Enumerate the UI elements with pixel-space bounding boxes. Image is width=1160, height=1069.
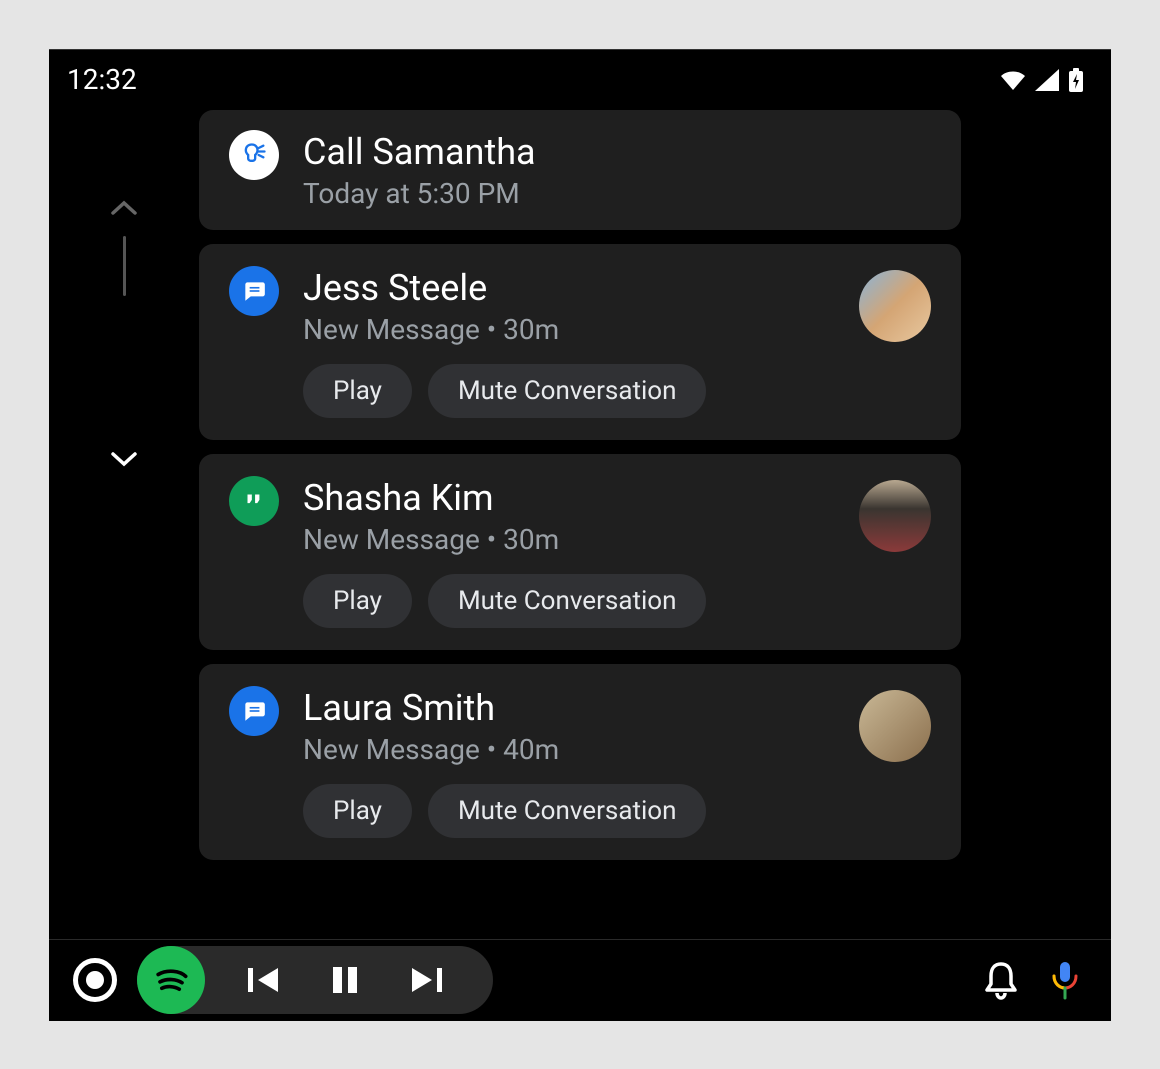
card-actions: Play Mute Conversation xyxy=(303,364,835,418)
notification-subtitle: New Message • 30m xyxy=(303,313,835,346)
media-widget xyxy=(137,946,493,1014)
play-button[interactable]: Play xyxy=(303,784,412,838)
notification-title: Jess Steele xyxy=(303,266,835,311)
status-bar: 12:32 xyxy=(49,50,1111,110)
battery-charging-icon xyxy=(1069,68,1083,92)
card-body: Shasha Kim New Message • 30m Play Mute C… xyxy=(303,476,835,628)
chevron-up-icon[interactable] xyxy=(111,200,137,216)
status-icons xyxy=(1001,68,1083,92)
reminder-card[interactable]: Call Samantha Today at 5:30 PM xyxy=(199,110,961,230)
bottom-nav-bar xyxy=(49,939,1111,1021)
previous-track-button[interactable] xyxy=(245,960,285,1000)
notification-list[interactable]: Call Samantha Today at 5:30 PM Jess Stee… xyxy=(199,110,1111,950)
notification-title: Shasha Kim xyxy=(303,476,835,521)
clock: 12:32 xyxy=(67,63,137,96)
assistant-mic-button[interactable] xyxy=(1043,958,1087,1002)
mute-button[interactable]: Mute Conversation xyxy=(428,574,707,628)
notification-card[interactable]: Laura Smith New Message • 40m Play Mute … xyxy=(199,664,961,860)
cellular-icon xyxy=(1035,69,1059,91)
contact-avatar xyxy=(859,270,931,342)
card-actions: Play Mute Conversation xyxy=(303,784,835,838)
play-button[interactable]: Play xyxy=(303,364,412,418)
play-button[interactable]: Play xyxy=(303,574,412,628)
next-track-button[interactable] xyxy=(405,960,445,1000)
card-body: Laura Smith New Message • 40m Play Mute … xyxy=(303,686,835,838)
card-actions: Play Mute Conversation xyxy=(303,574,835,628)
card-body: Call Samantha Today at 5:30 PM xyxy=(303,130,931,210)
scroll-track xyxy=(123,236,126,296)
hangouts-icon xyxy=(229,476,279,526)
notification-subtitle: New Message • 30m xyxy=(303,523,835,556)
mute-button[interactable]: Mute Conversation xyxy=(428,784,707,838)
contact-avatar xyxy=(859,480,931,552)
wifi-icon xyxy=(1001,70,1025,90)
mute-button[interactable]: Mute Conversation xyxy=(428,364,707,418)
notification-subtitle: New Message • 40m xyxy=(303,733,835,766)
messages-icon xyxy=(229,266,279,316)
contact-avatar xyxy=(859,690,931,762)
spotify-icon[interactable] xyxy=(137,946,205,1014)
chevron-down-icon[interactable] xyxy=(111,451,137,467)
reminder-title: Call Samantha xyxy=(303,130,931,175)
messages-icon xyxy=(229,686,279,736)
content-area: Call Samantha Today at 5:30 PM Jess Stee… xyxy=(49,110,1111,950)
reminder-icon xyxy=(229,130,279,180)
card-body: Jess Steele New Message • 30m Play Mute … xyxy=(303,266,835,418)
android-auto-screen: 12:32 Call Samantha Today at 5:30 PM xyxy=(49,49,1111,1021)
notifications-button[interactable] xyxy=(979,958,1023,1002)
notification-title: Laura Smith xyxy=(303,686,835,731)
notification-card[interactable]: Shasha Kim New Message • 30m Play Mute C… xyxy=(199,454,961,650)
scroll-indicator xyxy=(49,110,199,950)
reminder-subtitle: Today at 5:30 PM xyxy=(303,177,931,210)
pause-button[interactable] xyxy=(325,960,365,1000)
launcher-button[interactable] xyxy=(73,958,117,1002)
notification-card[interactable]: Jess Steele New Message • 30m Play Mute … xyxy=(199,244,961,440)
